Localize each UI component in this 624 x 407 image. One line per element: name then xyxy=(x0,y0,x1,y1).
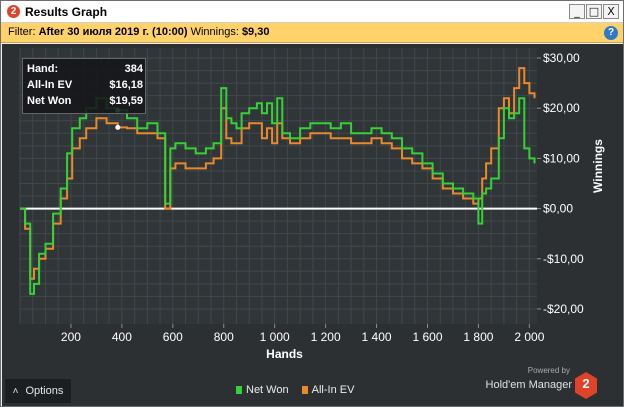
tooltip-value: $19,59 xyxy=(109,95,143,107)
powered-by-text: Powered by xyxy=(527,366,570,375)
legend-swatch-all-in-ev xyxy=(301,386,308,394)
tooltip-key: All-In EV xyxy=(27,79,73,91)
window-title: Results Graph xyxy=(25,5,108,19)
x-tick-label: 1 600 xyxy=(412,330,442,344)
chart-legend: Net Won All-In EV xyxy=(236,384,364,398)
hm2-app-icon: 2 xyxy=(7,5,20,18)
legend-label: Net Won xyxy=(246,384,289,396)
x-tick-label: 1 800 xyxy=(463,330,493,344)
y-tick-label: -$20,00 xyxy=(543,302,584,316)
y-axis-ticks: $30,00 $20,00 $10,00 $0,00 -$10,00 -$20,00 xyxy=(537,51,584,316)
legend-label: All-In EV xyxy=(311,384,355,396)
y-tick-label: $20,00 xyxy=(543,101,580,115)
x-tick-label: 1 400 xyxy=(362,330,392,344)
y-tick-label: $10,00 xyxy=(543,151,580,165)
marker-all-in-ev xyxy=(115,124,121,130)
tooltip-row-hand: Hand: 384 xyxy=(27,63,143,77)
hm2-logo-icon: 2 xyxy=(575,372,597,399)
tooltip-row-all-in-ev: All-In EV $16,18 xyxy=(27,79,143,93)
close-button[interactable]: X xyxy=(603,4,619,19)
y-axis-label: Winnings xyxy=(591,139,605,193)
filter-label: Filter: xyxy=(8,26,36,38)
results-graph-window: 2 Results Graph _ □ X Filter: After 30 и… xyxy=(0,0,624,407)
x-tick-label: 1 000 xyxy=(260,330,290,344)
y-tick-label: -$10,00 xyxy=(543,252,584,266)
y-tick-label: $30,00 xyxy=(543,51,580,65)
winnings-label: Winnings: xyxy=(190,26,239,38)
x-tick-label: 800 xyxy=(214,330,234,344)
filter-value: After 30 июля 2019 г. (10:00) xyxy=(38,26,188,38)
legend-swatch-net-won xyxy=(236,386,242,394)
x-tick-label: 200 xyxy=(61,330,81,344)
y-tick-label: $0,00 xyxy=(543,202,573,216)
tooltip-value: $16,18 xyxy=(109,79,143,91)
options-button[interactable]: ˄ Options xyxy=(5,379,71,403)
x-tick-label: 400 xyxy=(112,330,132,344)
x-tick-label: 600 xyxy=(163,330,183,344)
logo-label: 2 xyxy=(582,376,590,391)
x-axis-ticks: 200 400 600 800 1 000 1 200 1 400 1 600 1 800 2 0… xyxy=(61,324,545,344)
brand-name: Hold'em Manager xyxy=(485,379,572,391)
tooltip-value: 384 xyxy=(124,63,143,75)
tooltip-key: Hand: xyxy=(27,63,59,75)
x-tick-label: 1 200 xyxy=(311,330,341,344)
chevron-up-icon: ˄ xyxy=(12,386,19,397)
x-tick-label: 2 000 xyxy=(514,330,544,344)
hover-tooltip: Hand: 384 All-In EV $16,18 Net Won $19,5… xyxy=(22,58,146,114)
graph-panel: 200 400 600 800 1 000 1 200 1 400 1 600 1 800 2 0… xyxy=(2,44,623,406)
x-axis-label: Hands xyxy=(266,347,303,361)
maximize-button[interactable]: □ xyxy=(586,4,602,19)
filter-summary: Filter: After 30 июля 2019 г. (10:00) Wi… xyxy=(8,26,269,38)
minimize-button[interactable]: _ xyxy=(569,4,585,19)
filter-bar: Filter: After 30 июля 2019 г. (10:00) Wi… xyxy=(1,23,623,43)
options-label: Options xyxy=(25,385,64,397)
legend-item-net-won[interactable]: Net Won xyxy=(236,384,289,396)
help-icon[interactable]: ? xyxy=(604,26,618,40)
winnings-value: $9,30 xyxy=(241,26,270,38)
tooltip-row-net-won: Net Won $19,59 xyxy=(27,95,143,109)
title-bar[interactable]: 2 Results Graph _ □ X xyxy=(1,1,623,23)
legend-item-all-in-ev[interactable]: All-In EV xyxy=(301,384,355,396)
tooltip-key: Net Won xyxy=(27,95,72,107)
